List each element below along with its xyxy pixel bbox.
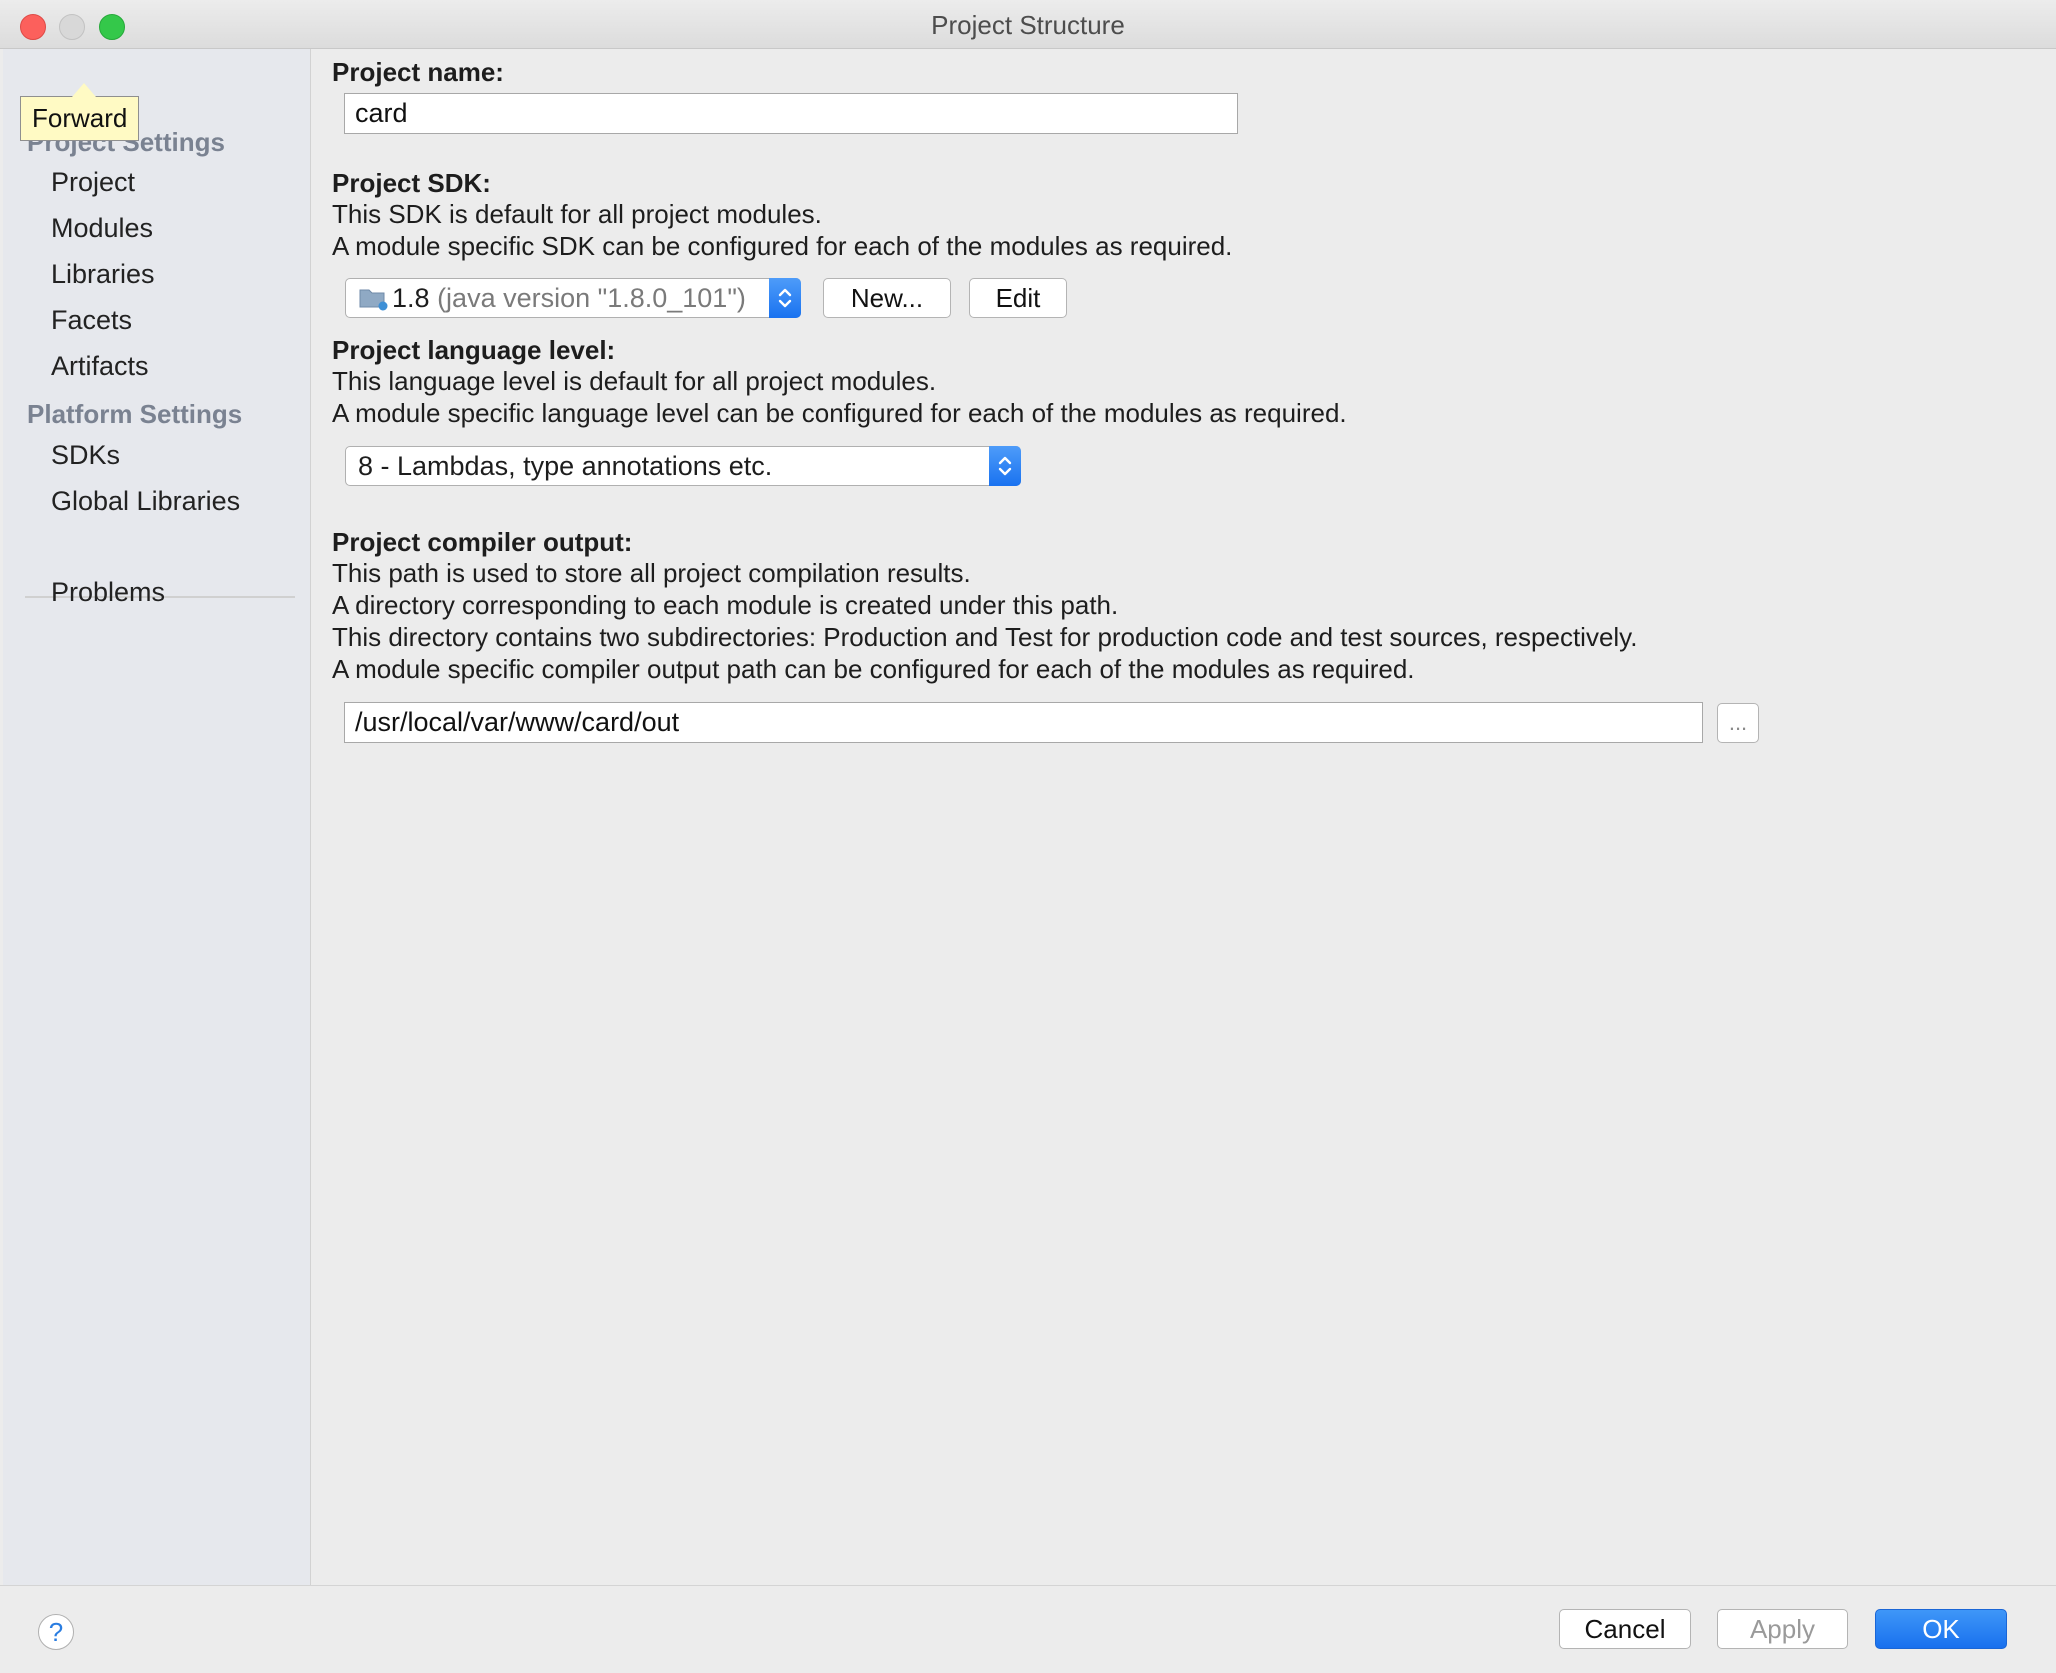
apply-button[interactable]: Apply — [1717, 1609, 1848, 1649]
compiler-output-description-4: A module specific compiler output path c… — [332, 654, 1415, 684]
platform-settings-header: Platform Settings — [27, 399, 243, 429]
sdk-select[interactable]: 1.8 (java version "1.8.0_101") — [345, 278, 801, 318]
sdk-version-detail: (java version "1.8.0_101") — [437, 283, 746, 313]
compiler-output-description-1: This path is used to store all project c… — [332, 558, 971, 588]
language-level-description-2: A module specific language level can be … — [332, 398, 1347, 428]
sidebar-item-project[interactable]: Project — [51, 167, 135, 198]
compiler-output-path-input[interactable] — [344, 702, 1703, 743]
sidebar-item-global-libraries[interactable]: Global Libraries — [51, 486, 240, 517]
language-level-value: 8 - Lambdas, type annotations etc. — [358, 451, 773, 481]
language-level-label: Project language level: — [332, 335, 616, 365]
sidebar-item-facets[interactable]: Facets — [51, 305, 132, 336]
browse-path-button[interactable]: ... — [1717, 703, 1759, 743]
compiler-output-description-2: A directory corresponding to each module… — [332, 590, 1119, 620]
sdk-description-1: This SDK is default for all project modu… — [332, 199, 822, 229]
updown-chevron-icon — [989, 446, 1021, 486]
jdk-folder-icon — [359, 289, 388, 311]
project-sdk-label: Project SDK: — [332, 168, 491, 198]
compiler-output-description-3: This directory contains two subdirectori… — [332, 622, 1638, 652]
tooltip-pointer — [72, 83, 96, 97]
compiler-output-label: Project compiler output: — [332, 527, 633, 557]
forward-tooltip: Forward — [20, 96, 140, 141]
sidebar-item-artifacts[interactable]: Artifacts — [51, 351, 149, 382]
window-title: Project Structure — [931, 10, 1125, 40]
sidebar-item-libraries[interactable]: Libraries — [51, 259, 155, 290]
sdk-description-2: A module specific SDK can be configured … — [332, 231, 1233, 261]
language-level-description-1: This language level is default for all p… — [332, 366, 937, 396]
sidebar-item-modules[interactable]: Modules — [51, 213, 153, 244]
edit-sdk-button[interactable]: Edit — [969, 278, 1067, 318]
cancel-button[interactable]: Cancel — [1559, 1609, 1691, 1649]
sidebar-item-sdks[interactable]: SDKs — [51, 440, 120, 471]
title-bar: Project Structure — [0, 0, 2056, 49]
updown-chevron-icon — [769, 278, 801, 318]
help-icon[interactable]: ? — [38, 1614, 74, 1650]
sidebar-item-problems[interactable]: Problems — [51, 577, 165, 608]
project-name-label: Project name: — [332, 57, 504, 87]
language-level-select[interactable]: 8 - Lambdas, type annotations etc. — [345, 446, 1021, 486]
dialog-footer: ? Cancel Apply OK — [0, 1585, 2056, 1673]
project-name-input[interactable] — [344, 93, 1238, 134]
sdk-version: 1.8 — [392, 283, 430, 313]
sidebar: Project Settings Project Modules Librari… — [3, 49, 311, 1585]
new-sdk-button[interactable]: New... — [823, 278, 951, 318]
project-settings-panel: Project name: Project SDK: This SDK is d… — [311, 49, 2056, 1585]
ok-button[interactable]: OK — [1875, 1609, 2007, 1649]
